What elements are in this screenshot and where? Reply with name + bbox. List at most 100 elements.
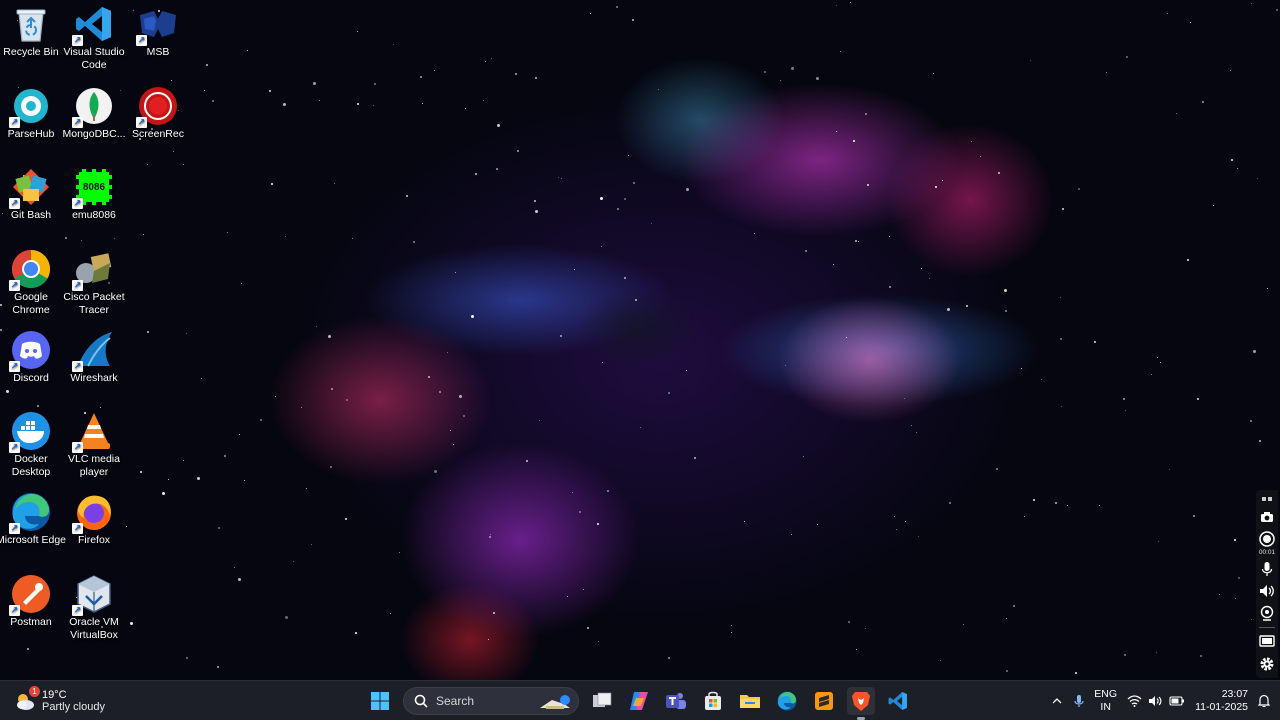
wallpaper-star bbox=[334, 183, 335, 184]
wallpaper-star bbox=[628, 155, 629, 156]
clock-date-button[interactable]: 23:07 11-01-2025 bbox=[1195, 688, 1248, 714]
desktop-icon-mongodb-compass[interactable]: ↗ MongoDBC... bbox=[58, 86, 130, 141]
wallpaper-star bbox=[331, 388, 333, 390]
mongodb-compass-icon: ↗ bbox=[72, 86, 114, 128]
wallpaper-star bbox=[602, 362, 603, 363]
wallpaper-star bbox=[239, 434, 240, 435]
desktop-icon-postman[interactable]: ↗ Postman bbox=[0, 574, 67, 629]
wallpaper-star bbox=[803, 456, 804, 457]
screen-area-icon[interactable] bbox=[1259, 634, 1275, 650]
webcam-icon[interactable] bbox=[1259, 605, 1275, 621]
microphone-icon[interactable] bbox=[1259, 561, 1275, 577]
desktop-icon-label: Visual Studio Code bbox=[63, 46, 125, 71]
wallpaper-star bbox=[488, 639, 489, 640]
taskbar-search-box[interactable]: Search bbox=[403, 687, 579, 715]
brave-button[interactable] bbox=[847, 687, 875, 720]
wallpaper-star bbox=[147, 331, 149, 333]
wallpaper-star bbox=[489, 536, 491, 538]
microphone-tray-icon[interactable] bbox=[1074, 694, 1084, 708]
show-hidden-icons-chevron-icon[interactable] bbox=[1050, 698, 1064, 704]
wallpaper-star bbox=[1005, 310, 1007, 312]
wallpaper-star bbox=[535, 210, 538, 213]
speaker-icon[interactable] bbox=[1259, 583, 1275, 599]
desktop-icon-firefox[interactable]: ↗ Firefox bbox=[58, 492, 130, 547]
desktop-icon-wireshark[interactable]: ↗ Wireshark bbox=[58, 330, 130, 385]
wallpaper-star bbox=[227, 232, 228, 233]
desktop-icon-vlc[interactable]: ↗ VLC media player bbox=[58, 411, 130, 479]
notification-bell-icon[interactable] bbox=[1258, 694, 1270, 708]
copilot-button[interactable] bbox=[625, 687, 653, 715]
microsoft-store-icon bbox=[705, 691, 721, 710]
recording-timer: 00:01 bbox=[1258, 549, 1276, 556]
wallpaper-star bbox=[929, 278, 930, 279]
wallpaper-star bbox=[855, 240, 857, 242]
desktop-icon-vscode[interactable]: ↗ Visual Studio Code bbox=[58, 4, 130, 72]
wallpaper-star bbox=[319, 100, 320, 101]
wallpaper-star bbox=[942, 180, 943, 181]
wallpaper-star bbox=[921, 268, 922, 269]
weather-widget[interactable]: 1 19°C Partly cloudy bbox=[14, 685, 105, 717]
weather-alert-badge: 1 bbox=[29, 686, 40, 697]
wallpaper-star bbox=[1259, 440, 1261, 442]
desktop-icon-parsehub[interactable]: ↗ ParseHub bbox=[0, 86, 67, 141]
sublime-text-button[interactable] bbox=[810, 687, 838, 715]
wallpaper-star bbox=[583, 589, 584, 590]
wallpaper-star bbox=[1060, 297, 1061, 298]
wallpaper-star bbox=[143, 234, 144, 235]
quick-settings-button[interactable] bbox=[1127, 695, 1185, 707]
desktop-icon-msb[interactable]: ↗ MSB bbox=[122, 4, 194, 59]
wallpaper-star bbox=[780, 80, 781, 81]
desktop-icon-recycle-bin[interactable]: Recycle Bin bbox=[0, 4, 67, 59]
desktop-icon-edge[interactable]: ↗ Microsoft Edge bbox=[0, 492, 67, 547]
wallpaper-star bbox=[241, 283, 242, 284]
wallpaper-star bbox=[463, 415, 465, 417]
edge-button[interactable] bbox=[773, 687, 801, 715]
wallpaper-star bbox=[455, 272, 456, 273]
wallpaper-star bbox=[1099, 505, 1100, 506]
teams-button[interactable] bbox=[662, 687, 690, 715]
wallpaper-star bbox=[316, 326, 317, 327]
vscode-button[interactable] bbox=[884, 687, 912, 715]
desktop-icon-cisco-packet-tracer[interactable]: ↗ Cisco Packet Tracer bbox=[58, 249, 130, 317]
record-button[interactable] bbox=[1259, 531, 1275, 547]
task-view-icon bbox=[593, 692, 612, 707]
wallpaper-star bbox=[130, 622, 133, 625]
desktop-icon-virtualbox[interactable]: ↗ Oracle VM VirtualBox bbox=[58, 574, 130, 642]
language-code: ENG bbox=[1094, 688, 1118, 700]
file-explorer-button[interactable] bbox=[736, 687, 764, 715]
desktop-icon-docker[interactable]: ↗ Docker Desktop bbox=[0, 411, 67, 479]
wallpaper-star bbox=[1055, 502, 1057, 504]
desktop-icon-chrome[interactable]: ↗ Google Chrome bbox=[0, 249, 67, 317]
desktop-icon-git-bash[interactable]: ↗ Git Bash bbox=[0, 167, 67, 222]
wallpaper-star bbox=[597, 523, 599, 525]
wallpaper-star bbox=[1167, 13, 1168, 14]
desktop-icon-discord[interactable]: ↗ Discord bbox=[0, 330, 67, 385]
postman-icon: ↗ bbox=[9, 574, 51, 616]
wallpaper-star bbox=[579, 511, 581, 513]
wallpaper-star bbox=[212, 100, 214, 102]
settings-gear-icon[interactable] bbox=[1259, 656, 1275, 672]
wallpaper-star bbox=[100, 407, 101, 408]
wallpaper-star bbox=[328, 335, 331, 338]
wallpaper-star bbox=[515, 73, 517, 75]
start-button[interactable] bbox=[366, 687, 394, 715]
wallpaper-star bbox=[1067, 505, 1068, 506]
wallpaper-star bbox=[114, 238, 115, 239]
search-icon bbox=[414, 694, 428, 708]
wallpaper-star bbox=[345, 518, 347, 520]
wallpaper-star bbox=[694, 457, 696, 459]
cisco-packet-tracer-icon: ↗ bbox=[72, 249, 114, 291]
desktop-icon-screenrec[interactable]: ↗ ScreenRec bbox=[122, 86, 194, 141]
microsoft-store-button[interactable] bbox=[699, 687, 727, 715]
wallpaper-star bbox=[206, 64, 208, 66]
wallpaper-star bbox=[168, 479, 169, 480]
task-view-button[interactable] bbox=[588, 687, 616, 715]
wallpaper-star bbox=[357, 31, 358, 32]
camera-icon[interactable] bbox=[1259, 509, 1275, 525]
input-language-indicator[interactable]: ENG IN bbox=[1094, 688, 1117, 714]
wallpaper-star bbox=[1075, 672, 1077, 674]
wallpaper-star bbox=[836, 131, 837, 132]
desktop-icon-emu8086[interactable]: 8086 ↗ emu8086 bbox=[58, 167, 130, 222]
desktop-icon-label: MSB bbox=[146, 46, 170, 58]
recorder-drag-icon[interactable] bbox=[1259, 495, 1275, 503]
